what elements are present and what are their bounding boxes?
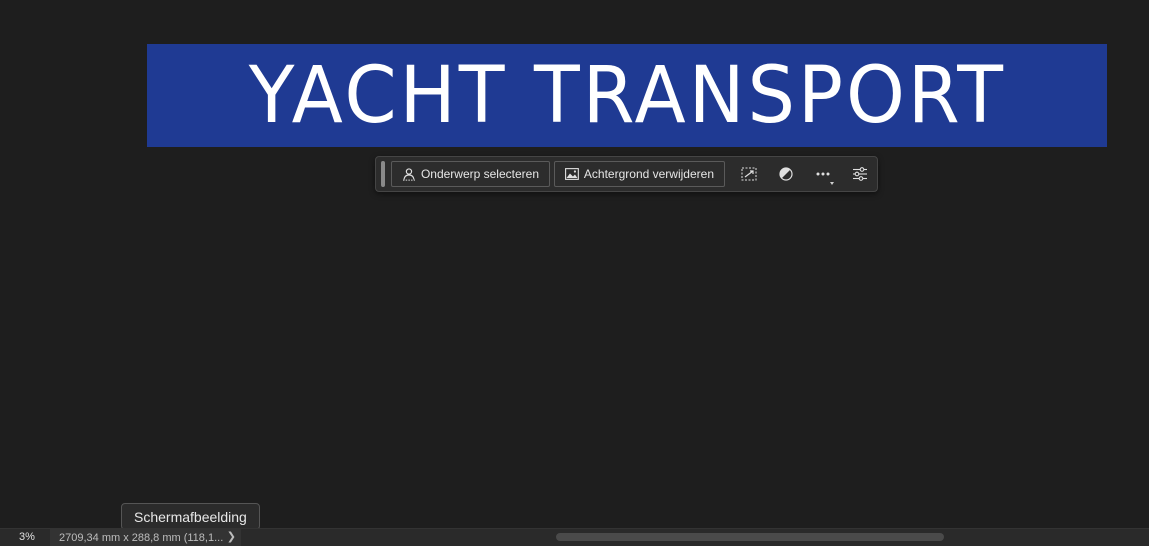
bar-settings-button[interactable]	[843, 161, 877, 187]
document-info[interactable]: 2709,34 mm x 288,8 mm (118,1... ❯	[50, 529, 241, 546]
contextual-task-bar: Onderwerp selecteren Achtergrond verwijd…	[375, 156, 878, 192]
select-subject-icon	[402, 168, 415, 181]
settings-sliders-icon	[853, 167, 867, 181]
remove-background-button[interactable]: Achtergrond verwijderen	[554, 161, 725, 187]
chevron-right-icon[interactable]: ❯	[227, 530, 236, 543]
banner-title-text: YACHT TRANSPORT	[248, 50, 1006, 141]
transform-selection-icon	[741, 167, 757, 181]
select-subject-label: Onderwerp selecteren	[420, 167, 539, 181]
more-options-icon	[816, 172, 830, 176]
document-dimensions: 2709,34 mm x 288,8 mm (118,1...	[59, 531, 224, 544]
image-icon	[565, 168, 579, 180]
dropdown-caret-icon	[830, 182, 834, 185]
tooltip: Schermafbeelding	[121, 503, 260, 530]
document-canvas[interactable]: YACHT TRANSPORT	[147, 44, 1107, 147]
adjustment-circle-icon	[779, 167, 793, 181]
more-options-button[interactable]	[806, 161, 840, 187]
canvas-workspace[interactable]: YACHT TRANSPORT Onderwerp selecteren Ach…	[0, 0, 1149, 528]
select-subject-button[interactable]: Onderwerp selecteren	[391, 161, 550, 187]
horizontal-scrollbar[interactable]	[556, 533, 944, 541]
adjustment-button[interactable]	[769, 161, 803, 187]
zoom-level[interactable]: 3%	[19, 531, 35, 543]
tooltip-text: Schermafbeelding	[134, 508, 247, 525]
remove-background-label: Achtergrond verwijderen	[583, 167, 714, 181]
status-bar: 3% 2709,34 mm x 288,8 mm (118,1... ❯	[0, 528, 1149, 546]
drag-handle[interactable]	[381, 161, 385, 187]
transform-selection-button[interactable]	[732, 161, 766, 187]
